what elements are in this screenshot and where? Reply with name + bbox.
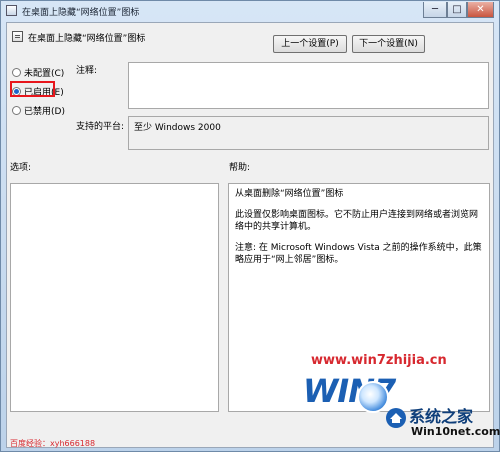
minimize-button[interactable]: ─ xyxy=(423,2,447,18)
radio-label-disabled: 已禁用(D) xyxy=(24,107,65,117)
close-button[interactable]: ✕ xyxy=(467,2,494,18)
radio-circle-disabled[interactable] xyxy=(12,106,21,115)
setting-doc-icon xyxy=(12,31,23,42)
comment-label: 注释: xyxy=(76,66,98,76)
help-line: 此设置仅影响桌面图标。它不防止用户连接到网络或者浏览网络中的共享计算机。 xyxy=(235,210,479,232)
brand-sub-text: Win10net.com xyxy=(411,425,500,438)
policy-icon xyxy=(6,5,17,16)
comment-textarea[interactable] xyxy=(128,62,489,109)
radio-not-configured[interactable]: 未配置(C) xyxy=(12,66,64,79)
brand-house-icon xyxy=(386,408,406,428)
radio-circle-not-configured[interactable] xyxy=(12,68,21,77)
setting-name: 在桌面上隐藏“网络位置”图标 xyxy=(28,34,146,44)
platform-value: 至少 Windows 2000 xyxy=(134,123,221,133)
maximize-button[interactable]: □ xyxy=(447,2,467,18)
help-line: 从桌面删除“网络位置”图标 xyxy=(235,189,344,199)
platform-value-box: 至少 Windows 2000 xyxy=(128,116,489,150)
policy-dialog-window: 在桌面上隐藏“网络位置”图标 ─ □ ✕ 在桌面上隐藏“网络位置”图标 上一个设… xyxy=(0,0,500,452)
next-setting-button[interactable]: 下一个设置(N) xyxy=(352,35,425,53)
enabled-highlight-box xyxy=(10,81,55,97)
options-section-label: 选项: xyxy=(10,163,32,173)
title-bar[interactable]: 在桌面上隐藏“网络位置”图标 ─ □ ✕ xyxy=(1,1,499,21)
brand-main-text: 系统之家 xyxy=(409,407,474,426)
watermark-url: www.win7zhijia.cn xyxy=(311,353,447,368)
platform-label: 支持的平台: xyxy=(76,122,125,132)
radio-disabled[interactable]: 已禁用(D) xyxy=(12,104,65,117)
options-panel[interactable] xyxy=(10,183,219,412)
dialog-body: 在桌面上隐藏“网络位置”图标 上一个设置(P) 下一个设置(N) 未配置(C) … xyxy=(6,22,494,448)
window-title: 在桌面上隐藏“网络位置”图标 xyxy=(22,8,140,18)
footer-note: 百度经验：xyh666188 xyxy=(10,439,96,448)
radio-label-not-configured: 未配置(C) xyxy=(24,69,65,79)
brand-badge: 系统之家 Win10net.com xyxy=(385,403,500,449)
help-line: 注意: 在 Microsoft Windows Vista 之前的操作系统中，此… xyxy=(235,243,482,265)
previous-setting-button[interactable]: 上一个设置(P) xyxy=(273,35,347,53)
help-section-label: 帮助: xyxy=(229,163,251,173)
